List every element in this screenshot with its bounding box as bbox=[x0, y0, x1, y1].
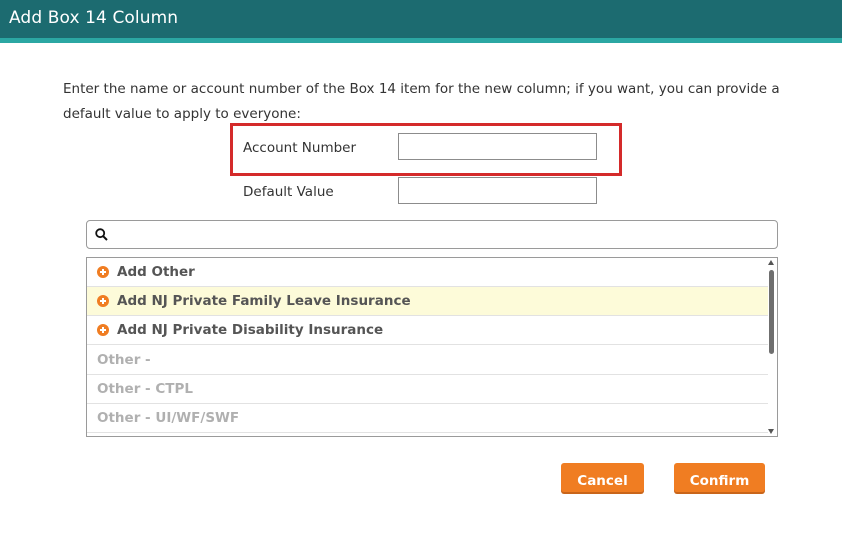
list-item-label: Other - CTPL bbox=[97, 381, 193, 397]
instructions-text: Enter the name or account number of the … bbox=[63, 81, 780, 122]
confirm-button[interactable]: Confirm bbox=[674, 463, 765, 492]
box14-item-list[interactable]: Add Other Add NJ Private Family Leave In… bbox=[86, 257, 778, 437]
list-item-add-nj-family-leave[interactable]: Add NJ Private Family Leave Insurance bbox=[87, 287, 768, 316]
list-item-label: Add NJ Private Family Leave Insurance bbox=[117, 293, 411, 309]
list-item-other-ctpl[interactable]: Other - CTPL bbox=[87, 375, 768, 404]
plus-circle-icon bbox=[97, 324, 109, 336]
dialog-title-bar: Add Box 14 Column bbox=[0, 0, 842, 43]
list-item-label: Add Other bbox=[117, 264, 195, 280]
scroll-down-arrow-icon[interactable] bbox=[768, 429, 774, 434]
search-input[interactable] bbox=[115, 223, 769, 248]
list-item-other[interactable]: Other - bbox=[87, 346, 768, 375]
account-number-input[interactable] bbox=[398, 133, 597, 160]
search-icon bbox=[95, 228, 108, 241]
plus-circle-icon bbox=[97, 266, 109, 278]
list-item-label: Add NJ Private Disability Insurance bbox=[117, 322, 384, 338]
dialog-title: Add Box 14 Column bbox=[9, 8, 179, 28]
default-value-input[interactable] bbox=[398, 177, 597, 204]
search-box[interactable] bbox=[86, 220, 778, 249]
plus-circle-icon bbox=[97, 295, 109, 307]
list-item-add-other[interactable]: Add Other bbox=[87, 258, 768, 287]
scroll-up-arrow-icon[interactable] bbox=[768, 260, 774, 265]
default-value-label: Default Value bbox=[243, 184, 334, 200]
scrollbar-thumb[interactable] bbox=[769, 270, 774, 354]
list-item-label: Other - bbox=[97, 352, 151, 368]
list-item-label: Other - UI/WF/SWF bbox=[97, 410, 240, 426]
cancel-button[interactable]: Cancel bbox=[561, 463, 644, 492]
list-item-add-nj-disability[interactable]: Add NJ Private Disability Insurance bbox=[87, 316, 768, 345]
list-item-other-ui-wf-swf[interactable]: Other - UI/WF/SWF bbox=[87, 404, 768, 433]
account-number-label: Account Number bbox=[243, 140, 357, 156]
